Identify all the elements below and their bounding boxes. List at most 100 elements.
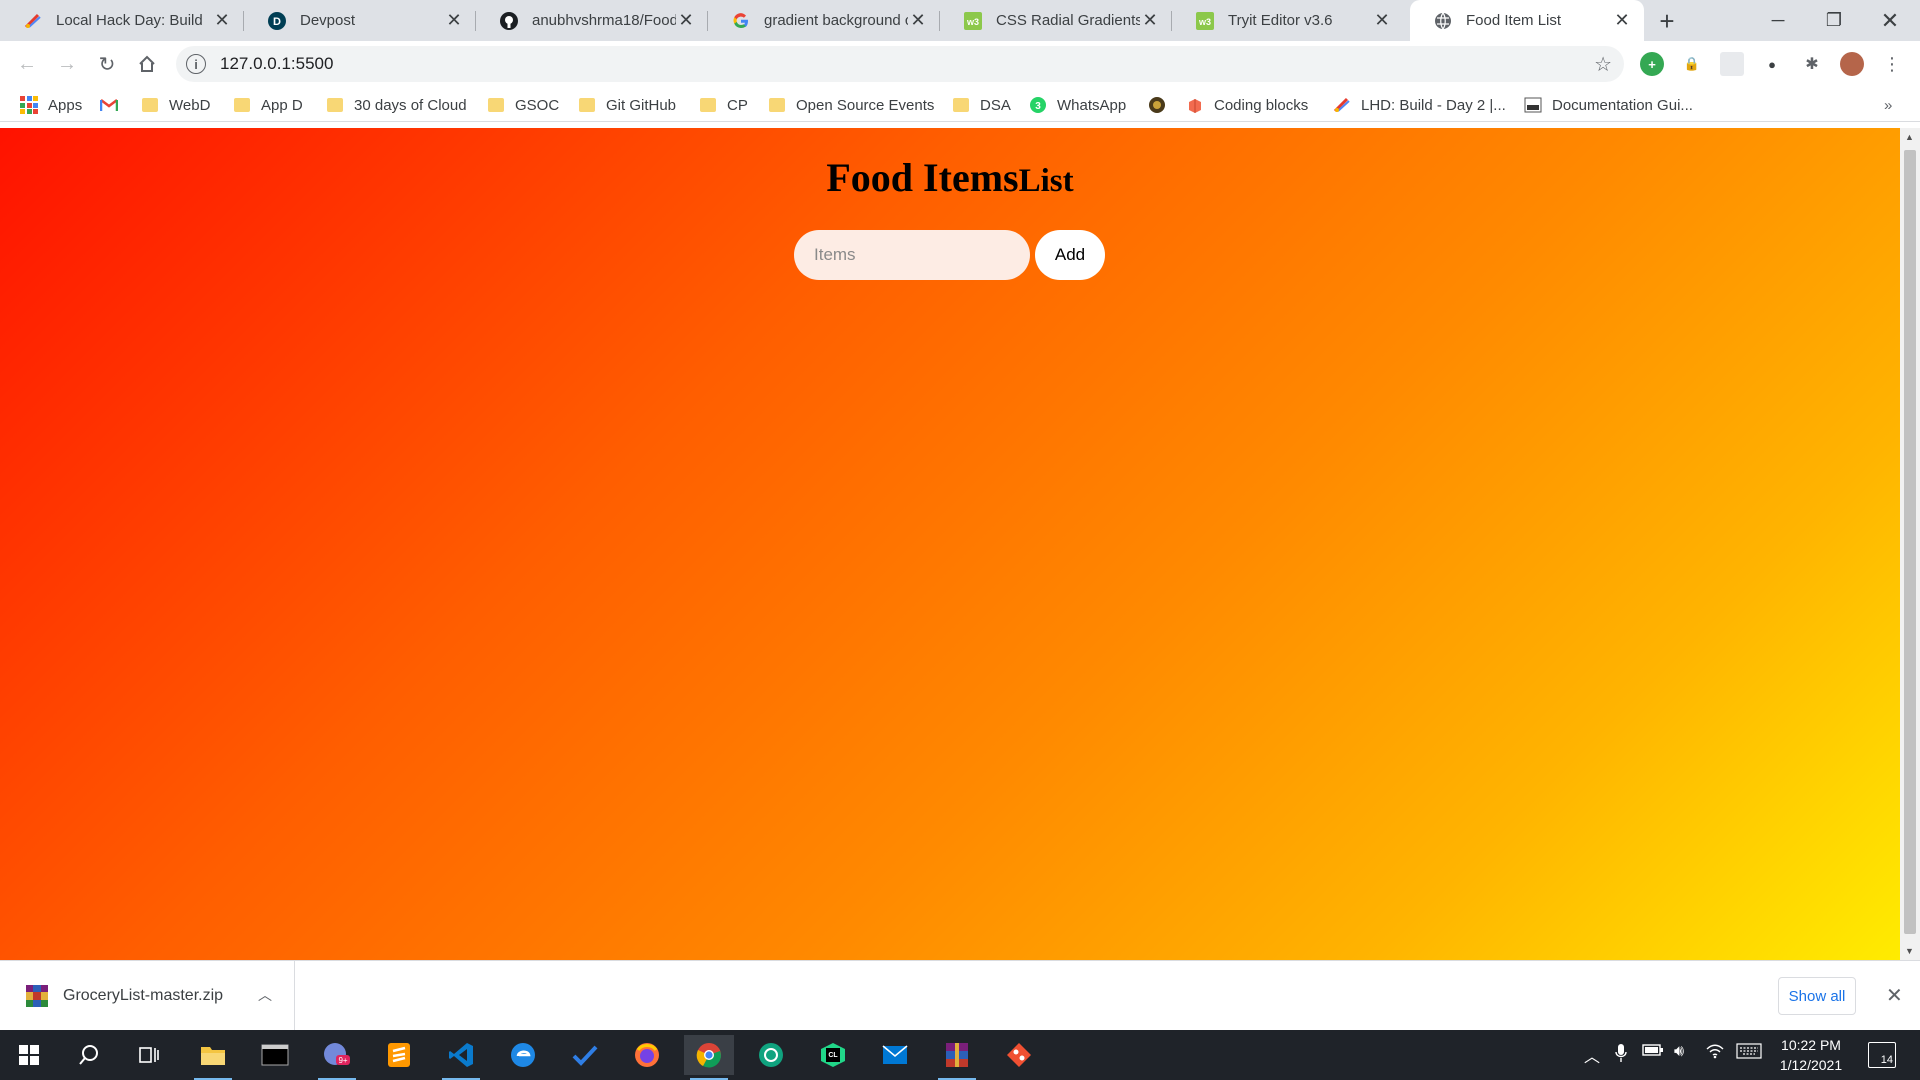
bookmark-folder-30-days-of-cloud[interactable]: 30 days of Cloud	[327, 94, 467, 116]
tab-tryit-editor[interactable]: w3 Tryit Editor v3.6 ✕	[1172, 0, 1404, 41]
terminal-icon[interactable]	[250, 1035, 300, 1075]
microphone-icon[interactable]	[1614, 1043, 1628, 1068]
winrar-archive-icon	[26, 985, 48, 1007]
tab-local-hack-day[interactable]: Local Hack Day: Build ✕	[0, 0, 244, 41]
git-gui-icon[interactable]	[994, 1035, 1044, 1075]
task-view-icon[interactable]	[124, 1035, 174, 1075]
todo-check-icon[interactable]	[560, 1035, 610, 1075]
search-icon[interactable]	[64, 1035, 114, 1075]
action-center-icon[interactable]: 14	[1868, 1042, 1896, 1068]
volume-icon[interactable]: 🔊︎	[1674, 1043, 1684, 1061]
bookmark-folder-open-source-events[interactable]: Open Source Events	[769, 94, 934, 116]
keyboard-icon[interactable]	[1736, 1043, 1762, 1064]
tab-title: Devpost	[300, 12, 356, 29]
tab-title: Food Item List	[1466, 12, 1562, 29]
sublime-text-icon[interactable]	[374, 1035, 424, 1075]
vertical-scrollbar[interactable]: ▲ ▼	[1900, 128, 1920, 960]
bookmark-star-icon[interactable]: ☆	[1594, 52, 1612, 77]
add-button[interactable]: Add	[1035, 230, 1105, 280]
vscode-icon[interactable]	[436, 1035, 486, 1080]
people-extension-icon[interactable]: ●	[1760, 52, 1784, 76]
bookmark-folder-cp[interactable]: CP	[700, 94, 748, 116]
page-title: Food ItemsList	[0, 154, 1900, 201]
chrome-icon[interactable]	[684, 1035, 734, 1080]
show-hidden-icons-chevron-icon[interactable]: ︿	[1584, 1043, 1600, 1067]
bookmark-folder-git-github[interactable]: Git GitHub	[579, 94, 676, 116]
blank-extension-icon[interactable]	[1720, 52, 1744, 76]
windows-taskbar: 9+ CL ︿ 🔊︎ 10:22 PM 1/12/2021 14	[0, 1030, 1920, 1080]
close-tab-icon[interactable]: ✕	[212, 10, 232, 31]
svg-text:w3: w3	[1198, 17, 1211, 27]
svg-text:w3: w3	[966, 17, 979, 27]
close-tab-icon[interactable]: ✕	[1140, 10, 1160, 31]
tab-title: gradient background c	[764, 12, 908, 29]
bookmark-documentation-guide[interactable]: Documentation Gui...	[1524, 94, 1693, 116]
scrollbar-thumb[interactable]	[1904, 150, 1916, 934]
tab-devpost[interactable]: D Devpost ✕	[244, 0, 476, 41]
puzzle-extensions-icon[interactable]: ✱	[1800, 52, 1824, 76]
file-explorer-icon[interactable]	[188, 1035, 238, 1080]
mail-icon[interactable]	[870, 1035, 920, 1075]
close-tab-icon[interactable]: ✕	[1612, 10, 1632, 31]
system-clock[interactable]: 10:22 PM 1/12/2021	[1768, 1035, 1854, 1075]
reload-button[interactable]: ↻	[92, 49, 122, 79]
bookmark-whatsapp[interactable]: 3 WhatsApp	[1029, 94, 1126, 116]
bookmark-label: Documentation Gui...	[1552, 96, 1693, 114]
download-item[interactable]: GroceryList-master.zip ︿	[0, 961, 295, 1031]
close-download-shelf-icon[interactable]: ✕	[1886, 983, 1903, 1008]
bookmark-label: App D	[261, 96, 303, 114]
firefox-icon[interactable]	[622, 1035, 672, 1075]
url-text[interactable]: 127.0.0.1:5500	[220, 54, 333, 74]
mlh-icon	[1333, 96, 1351, 114]
bookmark-folder-gsoc[interactable]: GSOC	[488, 94, 559, 116]
bookmark-extension[interactable]	[1148, 94, 1176, 116]
restore-button[interactable]: ❐	[1806, 0, 1862, 41]
tab-food-item-list[interactable]: Food Item List ✕	[1410, 0, 1644, 41]
clion-icon[interactable]: CL	[808, 1035, 858, 1075]
scroll-down-icon[interactable]: ▼	[1905, 946, 1914, 956]
scroll-up-icon[interactable]: ▲	[1905, 132, 1914, 142]
bookmark-label: Git GitHub	[606, 96, 677, 114]
close-tab-icon[interactable]: ✕	[908, 10, 928, 31]
bookmark-label: CP	[727, 96, 748, 114]
home-button[interactable]	[132, 49, 162, 79]
add-extension-icon[interactable]: +	[1640, 52, 1664, 76]
address-bar[interactable]: i 127.0.0.1:5500 ☆	[176, 46, 1624, 82]
bookmark-folder-appd[interactable]: App D	[234, 94, 303, 116]
more-bookmarks-chevron-icon[interactable]: »	[1884, 94, 1892, 116]
bookmark-folder-webd[interactable]: WebD	[142, 94, 210, 116]
bookmark-label: GSOC	[515, 96, 560, 114]
tab-css-radial-gradients[interactable]: w3 CSS Radial Gradients ✕	[940, 0, 1172, 41]
close-tab-icon[interactable]: ✕	[676, 10, 696, 31]
minimize-button[interactable]: ─	[1750, 0, 1806, 41]
close-tab-icon[interactable]: ✕	[444, 10, 464, 31]
wifi-icon[interactable]	[1706, 1043, 1724, 1064]
chrome-menu-icon[interactable]: ⋮	[1880, 52, 1904, 76]
folder-icon	[327, 98, 343, 112]
edge-browser-icon[interactable]	[498, 1035, 548, 1075]
battery-icon[interactable]	[1642, 1043, 1664, 1062]
chevron-up-icon[interactable]: ︿	[258, 985, 272, 1005]
bookmark-gmail[interactable]	[100, 94, 128, 116]
winrar-icon[interactable]	[932, 1035, 982, 1080]
close-tab-icon[interactable]: ✕	[1372, 10, 1392, 31]
lock-extension-icon[interactable]: 🔒	[1680, 52, 1704, 76]
show-all-downloads-button[interactable]: Show all	[1778, 977, 1856, 1015]
bookmark-lhd-build[interactable]: LHD: Build - Day 2 |...	[1333, 94, 1506, 116]
forward-button[interactable]: →	[52, 49, 82, 79]
profile-avatar[interactable]	[1840, 52, 1864, 76]
download-shelf: GroceryList-master.zip ︿ Show all ✕	[0, 960, 1920, 1031]
bookmark-coding-blocks[interactable]: Coding blocks	[1186, 94, 1308, 116]
site-info-icon[interactable]: i	[186, 54, 206, 74]
discord-icon[interactable]: 9+	[312, 1035, 362, 1080]
tab-github-food[interactable]: anubhvshrma18/Food- ✕	[476, 0, 708, 41]
chatgpt-icon[interactable]	[746, 1035, 796, 1075]
tab-google-search[interactable]: gradient background c ✕	[708, 0, 940, 41]
item-input[interactable]	[794, 230, 1030, 280]
bookmark-folder-dsa[interactable]: DSA	[953, 94, 1011, 116]
back-button[interactable]: ←	[12, 49, 42, 79]
new-tab-button[interactable]: +	[1652, 6, 1682, 36]
close-window-button[interactable]: ✕	[1862, 0, 1918, 41]
windows-start-button[interactable]	[4, 1035, 54, 1075]
bookmark-apps[interactable]: Apps	[20, 94, 82, 116]
